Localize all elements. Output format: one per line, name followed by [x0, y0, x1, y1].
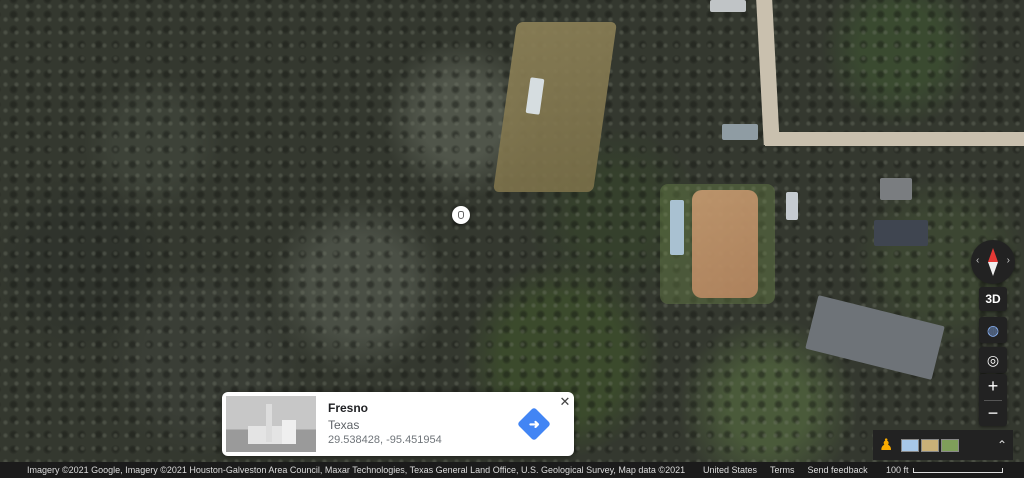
place-subtitle: Texas [328, 418, 360, 432]
chevron-up-icon[interactable]: ⌃ [997, 438, 1007, 452]
place-title: Fresno [328, 401, 369, 415]
building-roof [880, 178, 912, 200]
attribution-bar: Imagery ©2021 Google, Imagery ©2021 Hous… [0, 462, 1024, 478]
terms-link[interactable]: Terms [770, 465, 795, 475]
close-icon[interactable]: ✕ [558, 394, 572, 410]
globe-icon[interactable]: ◍ [979, 317, 1007, 343]
scale-label: 100 ft [886, 465, 909, 475]
pegman-icon[interactable]: ♟ [879, 435, 893, 455]
rotate-right-icon[interactable]: › [1007, 255, 1010, 266]
layers-bar: ♟ ⌃ [873, 430, 1013, 460]
place-thumbnail[interactable] [226, 396, 316, 452]
zoom-control[interactable]: + − [979, 374, 1007, 426]
layer-thumb-terrain[interactable] [921, 438, 940, 452]
dropped-pin-icon[interactable] [452, 206, 470, 224]
layer-thumb-map[interactable] [901, 438, 920, 452]
rotate-left-icon[interactable]: ‹ [976, 255, 979, 266]
directions-icon[interactable]: ➜ [517, 407, 551, 441]
scale-bar[interactable]: 100 ft [886, 465, 1003, 475]
zoom-in-button[interactable]: + [979, 374, 1007, 400]
place-coordinates: 29.538428, -95.451954 [328, 434, 442, 446]
building-roof [670, 200, 684, 255]
road-horizontal [765, 132, 1024, 146]
country-link[interactable]: United States [703, 465, 757, 475]
building-roof [710, 0, 746, 12]
zoom-out-button[interactable]: − [979, 401, 1007, 427]
attribution-text: Imagery ©2021 Google, Imagery ©2021 Hous… [27, 465, 686, 475]
building-roof [786, 192, 798, 220]
tilt-3d-button[interactable]: 3D [979, 287, 1007, 311]
layer-thumb-satellite[interactable] [941, 438, 960, 452]
dirt-lot [692, 190, 758, 298]
building-roof [874, 220, 928, 246]
my-location-icon[interactable]: ◎ [979, 347, 1007, 373]
place-card[interactable]: Fresno Texas 29.538428, -95.451954 ➜ ✕ [222, 392, 574, 456]
compass-icon[interactable]: ‹ › [971, 240, 1015, 284]
building-roof [722, 124, 758, 140]
feedback-link[interactable]: Send feedback [808, 465, 868, 475]
